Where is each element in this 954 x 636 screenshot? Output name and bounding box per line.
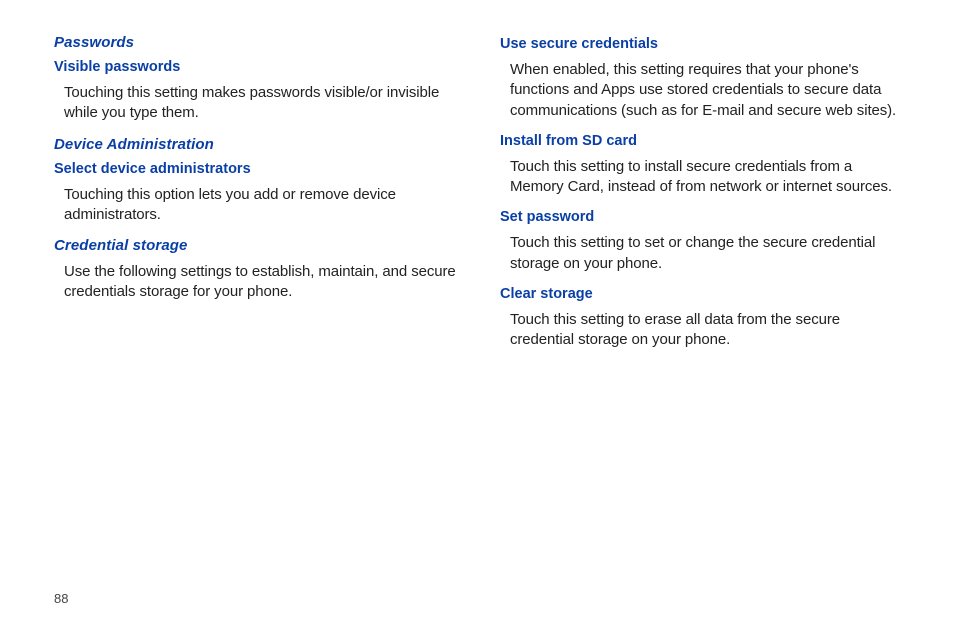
sub-heading-select-device-administrators: Select device administrators [54, 161, 460, 177]
manual-page: Passwords Visible passwords Touching thi… [0, 0, 954, 636]
sub-heading-visible-passwords: Visible passwords [54, 59, 460, 75]
body-clear-storage: Touch this setting to erase all data fro… [510, 310, 906, 351]
section-heading-device-administration: Device Administration [54, 136, 460, 153]
sub-heading-use-secure-credentials: Use secure credentials [500, 36, 906, 52]
sub-heading-install-from-sd-card: Install from SD card [500, 133, 906, 149]
section-heading-credential-storage: Credential storage [54, 237, 460, 254]
body-set-password: Touch this setting to set or change the … [510, 233, 906, 274]
sub-heading-set-password: Set password [500, 209, 906, 225]
body-visible-passwords: Touching this setting makes passwords vi… [64, 83, 460, 124]
section-heading-passwords: Passwords [54, 34, 460, 51]
two-column-layout: Passwords Visible passwords Touching thi… [54, 30, 906, 362]
body-use-secure-credentials: When enabled, this setting requires that… [510, 60, 906, 121]
page-number: 88 [54, 591, 68, 606]
body-select-device-administrators: Touching this option lets you add or rem… [64, 185, 460, 226]
right-column: Use secure credentials When enabled, thi… [500, 30, 906, 362]
body-credential-storage: Use the following settings to establish,… [64, 262, 460, 303]
left-column: Passwords Visible passwords Touching thi… [54, 30, 460, 362]
body-install-from-sd-card: Touch this setting to install secure cre… [510, 157, 906, 198]
sub-heading-clear-storage: Clear storage [500, 286, 906, 302]
